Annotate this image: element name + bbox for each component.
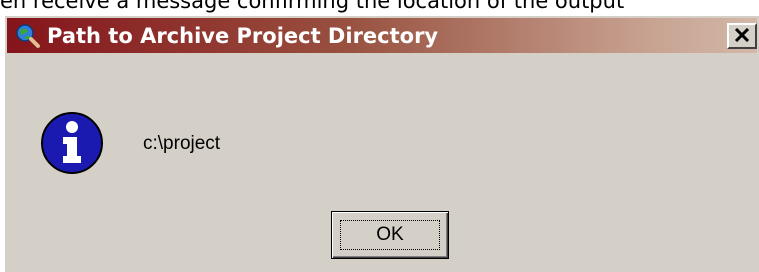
message-text: c:\project [143,133,221,154]
message-dialog: Path to Archive Project Directory c:\pro… [3,14,759,272]
title-bar[interactable]: Path to Archive Project Directory [7,18,757,53]
globe-magnifier-icon [15,23,41,49]
close-icon [734,27,750,46]
background-document-text: en receive a message confirming the loca… [0,0,625,13]
ok-button-label: OK [376,224,404,245]
ok-button[interactable]: OK [331,211,449,259]
info-icon [39,110,105,176]
close-button[interactable] [727,23,757,49]
dialog-title: Path to Archive Project Directory [47,23,439,48]
